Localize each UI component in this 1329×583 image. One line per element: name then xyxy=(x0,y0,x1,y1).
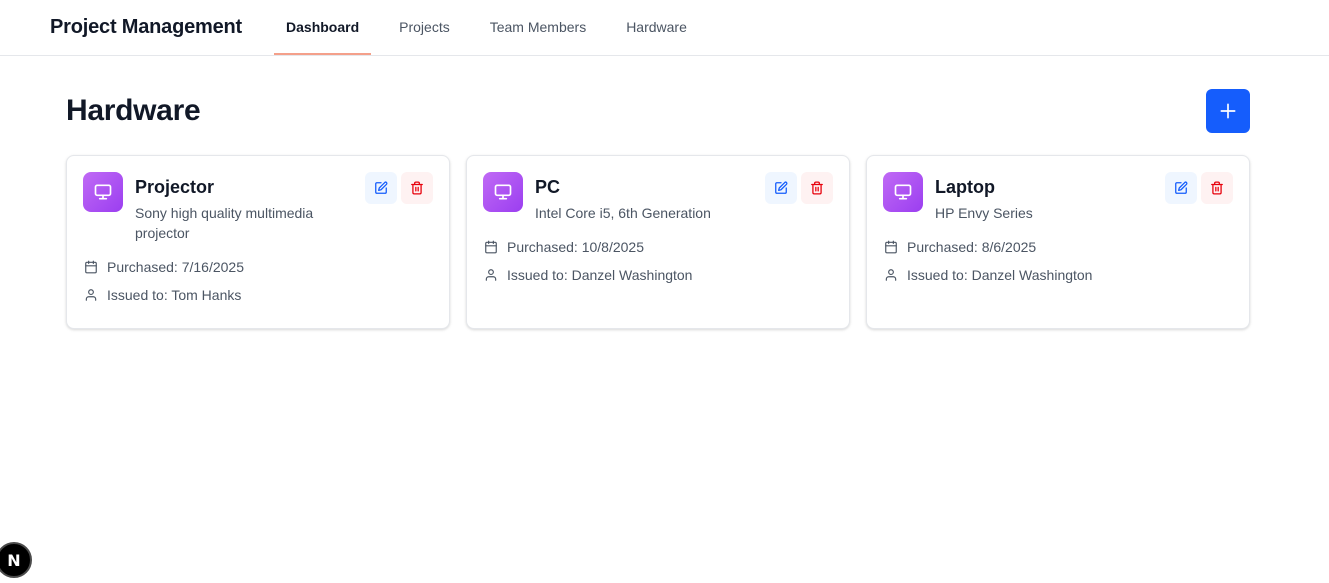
nextjs-logo-letter: N xyxy=(7,550,21,570)
trash-icon xyxy=(811,181,823,195)
user-icon xyxy=(83,287,99,303)
hardware-name: Projector xyxy=(135,177,215,197)
edit-button[interactable] xyxy=(765,172,797,204)
app-title[interactable]: Project Management xyxy=(50,0,242,55)
nav-item-team-members[interactable]: Team Members xyxy=(478,0,598,55)
main-nav: Dashboard Projects Team Members Hardware xyxy=(266,0,707,55)
hardware-card-list: Projector Sony high quality multimedia p… xyxy=(66,155,1250,329)
delete-button[interactable] xyxy=(401,172,433,204)
plus-icon xyxy=(1220,103,1236,119)
edit-button[interactable] xyxy=(1165,172,1197,204)
hardware-name: PC xyxy=(535,177,561,197)
issued-to: Issued to: Tom Hanks xyxy=(107,287,242,303)
nextjs-dev-badge[interactable]: N xyxy=(0,542,32,578)
main-content: Hardware Projector Sony high quality mul… xyxy=(0,56,1329,329)
issued-to-row: Issued to: Danzel Washington xyxy=(483,261,833,289)
issued-to-row: Issued to: Danzel Washington xyxy=(883,261,1233,289)
page-title: Hardware xyxy=(66,94,201,127)
edit-icon xyxy=(375,181,388,194)
edit-icon xyxy=(1175,181,1188,194)
purchase-date: Purchased: 8/6/2025 xyxy=(907,239,1037,255)
purchase-date-row: Purchased: 7/16/2025 xyxy=(83,253,433,281)
monitor-icon xyxy=(883,172,923,212)
nav-item-hardware[interactable]: Hardware xyxy=(614,0,699,55)
delete-button[interactable] xyxy=(1201,172,1233,204)
trash-icon xyxy=(411,181,423,195)
top-navbar: Project Management Dashboard Projects Te… xyxy=(0,0,1329,56)
monitor-icon xyxy=(483,172,523,212)
edit-button[interactable] xyxy=(365,172,397,204)
hardware-description: Sony high quality multimedia projector xyxy=(135,205,314,241)
calendar-icon xyxy=(483,239,499,255)
monitor-icon xyxy=(83,172,123,212)
hardware-card: Projector Sony high quality multimedia p… xyxy=(66,155,450,329)
add-hardware-button[interactable] xyxy=(1206,89,1250,133)
hardware-card: Laptop HP Envy Series Purchased: 8/6/202… xyxy=(866,155,1250,329)
purchase-date: Purchased: 10/8/2025 xyxy=(507,239,644,255)
hardware-name: Laptop xyxy=(935,177,995,197)
purchase-date-row: Purchased: 10/8/2025 xyxy=(483,233,833,261)
nav-item-dashboard[interactable]: Dashboard xyxy=(274,0,372,55)
hardware-card: PC Intel Core i5, 6th Generation Purchas… xyxy=(466,155,850,329)
nav-item-projects[interactable]: Projects xyxy=(387,0,462,55)
issued-to: Issued to: Danzel Washington xyxy=(507,267,693,283)
user-icon xyxy=(883,267,899,283)
purchase-date: Purchased: 7/16/2025 xyxy=(107,259,244,275)
calendar-icon xyxy=(883,239,899,255)
page-header: Hardware xyxy=(66,89,1250,133)
hardware-description: Intel Core i5, 6th Generation xyxy=(535,205,711,221)
purchase-date-row: Purchased: 8/6/2025 xyxy=(883,233,1233,261)
delete-button[interactable] xyxy=(801,172,833,204)
edit-icon xyxy=(775,181,788,194)
issued-to-row: Issued to: Tom Hanks xyxy=(83,281,433,309)
user-icon xyxy=(483,267,499,283)
calendar-icon xyxy=(83,259,99,275)
hardware-description: HP Envy Series xyxy=(935,205,1033,221)
trash-icon xyxy=(1211,181,1223,195)
issued-to: Issued to: Danzel Washington xyxy=(907,267,1093,283)
